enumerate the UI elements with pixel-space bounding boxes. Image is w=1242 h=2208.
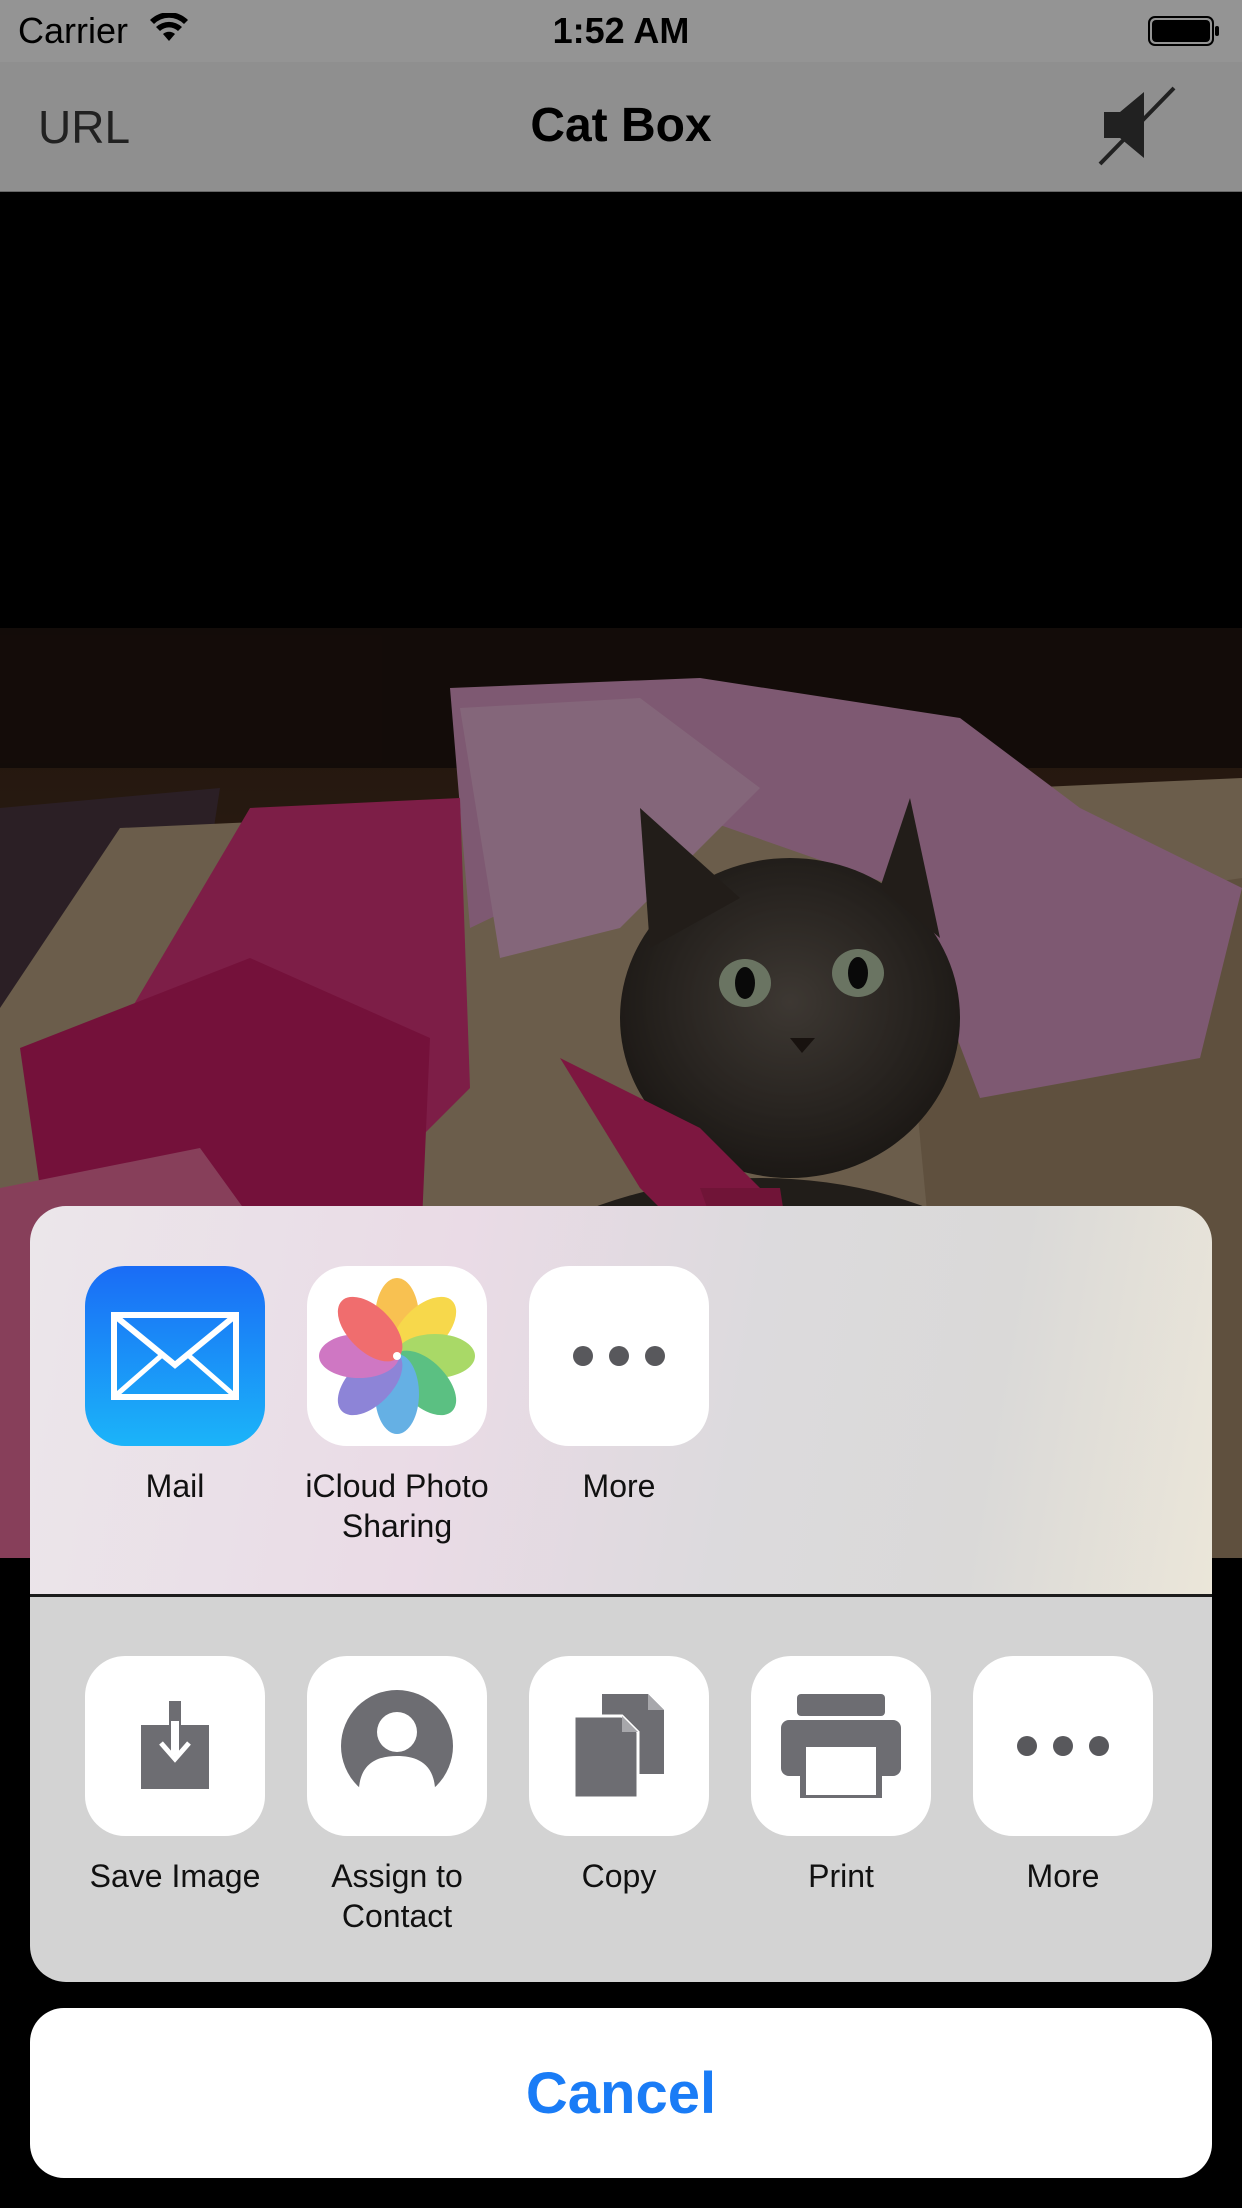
share-item-more[interactable]: More — [508, 1266, 730, 1506]
cancel-button[interactable]: Cancel — [30, 2008, 1212, 2178]
share-item-mail[interactable]: Mail — [64, 1266, 286, 1506]
copy-icon — [529, 1656, 709, 1836]
action-item-label: Print — [808, 1858, 874, 1894]
more-icon — [973, 1656, 1153, 1836]
action-item-label: Copy — [581, 1858, 657, 1894]
print-icon — [751, 1656, 931, 1836]
contact-icon — [307, 1656, 487, 1836]
mail-icon — [85, 1266, 265, 1446]
share-item-label: Mail — [145, 1468, 205, 1504]
action-item-copy[interactable]: Copy — [508, 1656, 730, 1896]
share-item-label: iCloud Photo Sharing — [305, 1468, 489, 1544]
save-image-icon — [85, 1656, 265, 1836]
action-item-label: Save Image — [89, 1858, 261, 1894]
action-item-label: More — [1026, 1858, 1100, 1894]
action-item-print[interactable]: Print — [730, 1656, 952, 1896]
action-item-assign-to-contact[interactable]: Assign to Contact — [286, 1656, 508, 1936]
action-item-more[interactable]: More — [952, 1656, 1174, 1896]
photos-icon — [307, 1266, 487, 1446]
share-item-label: More — [582, 1468, 656, 1504]
share-sheet: Mail iCloud Photo Sharing More Save Imag… — [30, 1206, 1212, 1982]
share-item-icloud-photo-sharing[interactable]: iCloud Photo Sharing — [286, 1266, 508, 1546]
more-icon — [529, 1266, 709, 1446]
action-item-label: Assign to Contact — [331, 1858, 463, 1934]
action-item-save-image[interactable]: Save Image — [64, 1656, 286, 1896]
